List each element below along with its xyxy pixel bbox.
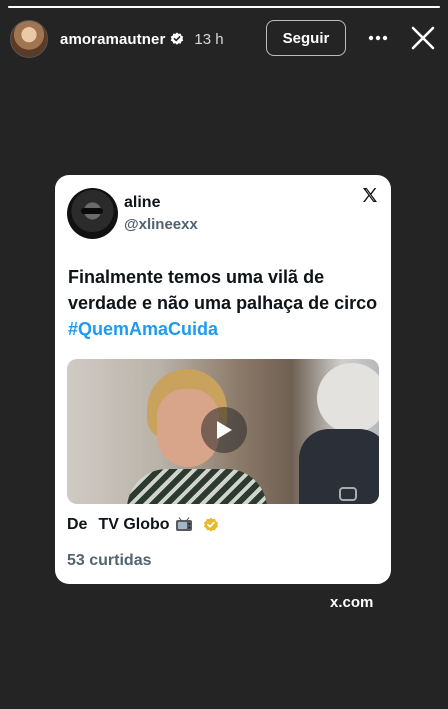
timestamp: 13 h <box>194 30 224 48</box>
follow-button[interactable]: Seguir <box>266 20 346 56</box>
link-domain[interactable]: x.com <box>330 594 373 611</box>
tweet-text-body: Finalmente temos uma vilã de verdade e n… <box>68 267 378 313</box>
tweet-hashtag[interactable]: #QuemAmaCuida <box>68 319 218 339</box>
likes-count[interactable]: 53 curtidas <box>67 552 151 570</box>
avatar[interactable] <box>10 20 48 58</box>
source-prefix: De <box>67 516 88 533</box>
more-horizontal-icon[interactable] <box>364 26 392 50</box>
tweet-card[interactable]: aline @xlineexx Finalmente temos uma vil… <box>55 175 391 584</box>
watermark-icon <box>339 487 357 501</box>
story-header: amoramautner 13 h Seguir <box>0 14 448 64</box>
close-icon[interactable] <box>408 23 438 53</box>
video-source: De TV Globo <box>67 516 219 534</box>
video-person-back <box>299 359 379 504</box>
tweet-video[interactable] <box>67 359 379 504</box>
username[interactable]: amoramautner <box>60 31 165 48</box>
story-progress-fill <box>8 6 440 8</box>
story-progress-bar <box>8 6 440 8</box>
verified-badge-icon <box>170 32 184 46</box>
source-name[interactable]: TV Globo <box>98 516 169 534</box>
tweet-handle[interactable]: @xlineexx <box>124 216 198 233</box>
tv-icon <box>175 517 193 533</box>
gold-verified-badge-icon <box>203 517 219 533</box>
tweet-text: Finalmente temos uma vilã de verdade e n… <box>68 264 378 342</box>
x-logo-icon <box>362 187 378 203</box>
play-icon[interactable] <box>201 407 247 453</box>
tweet-author-avatar[interactable] <box>67 188 118 239</box>
tweet-display-name[interactable]: aline <box>124 194 160 212</box>
